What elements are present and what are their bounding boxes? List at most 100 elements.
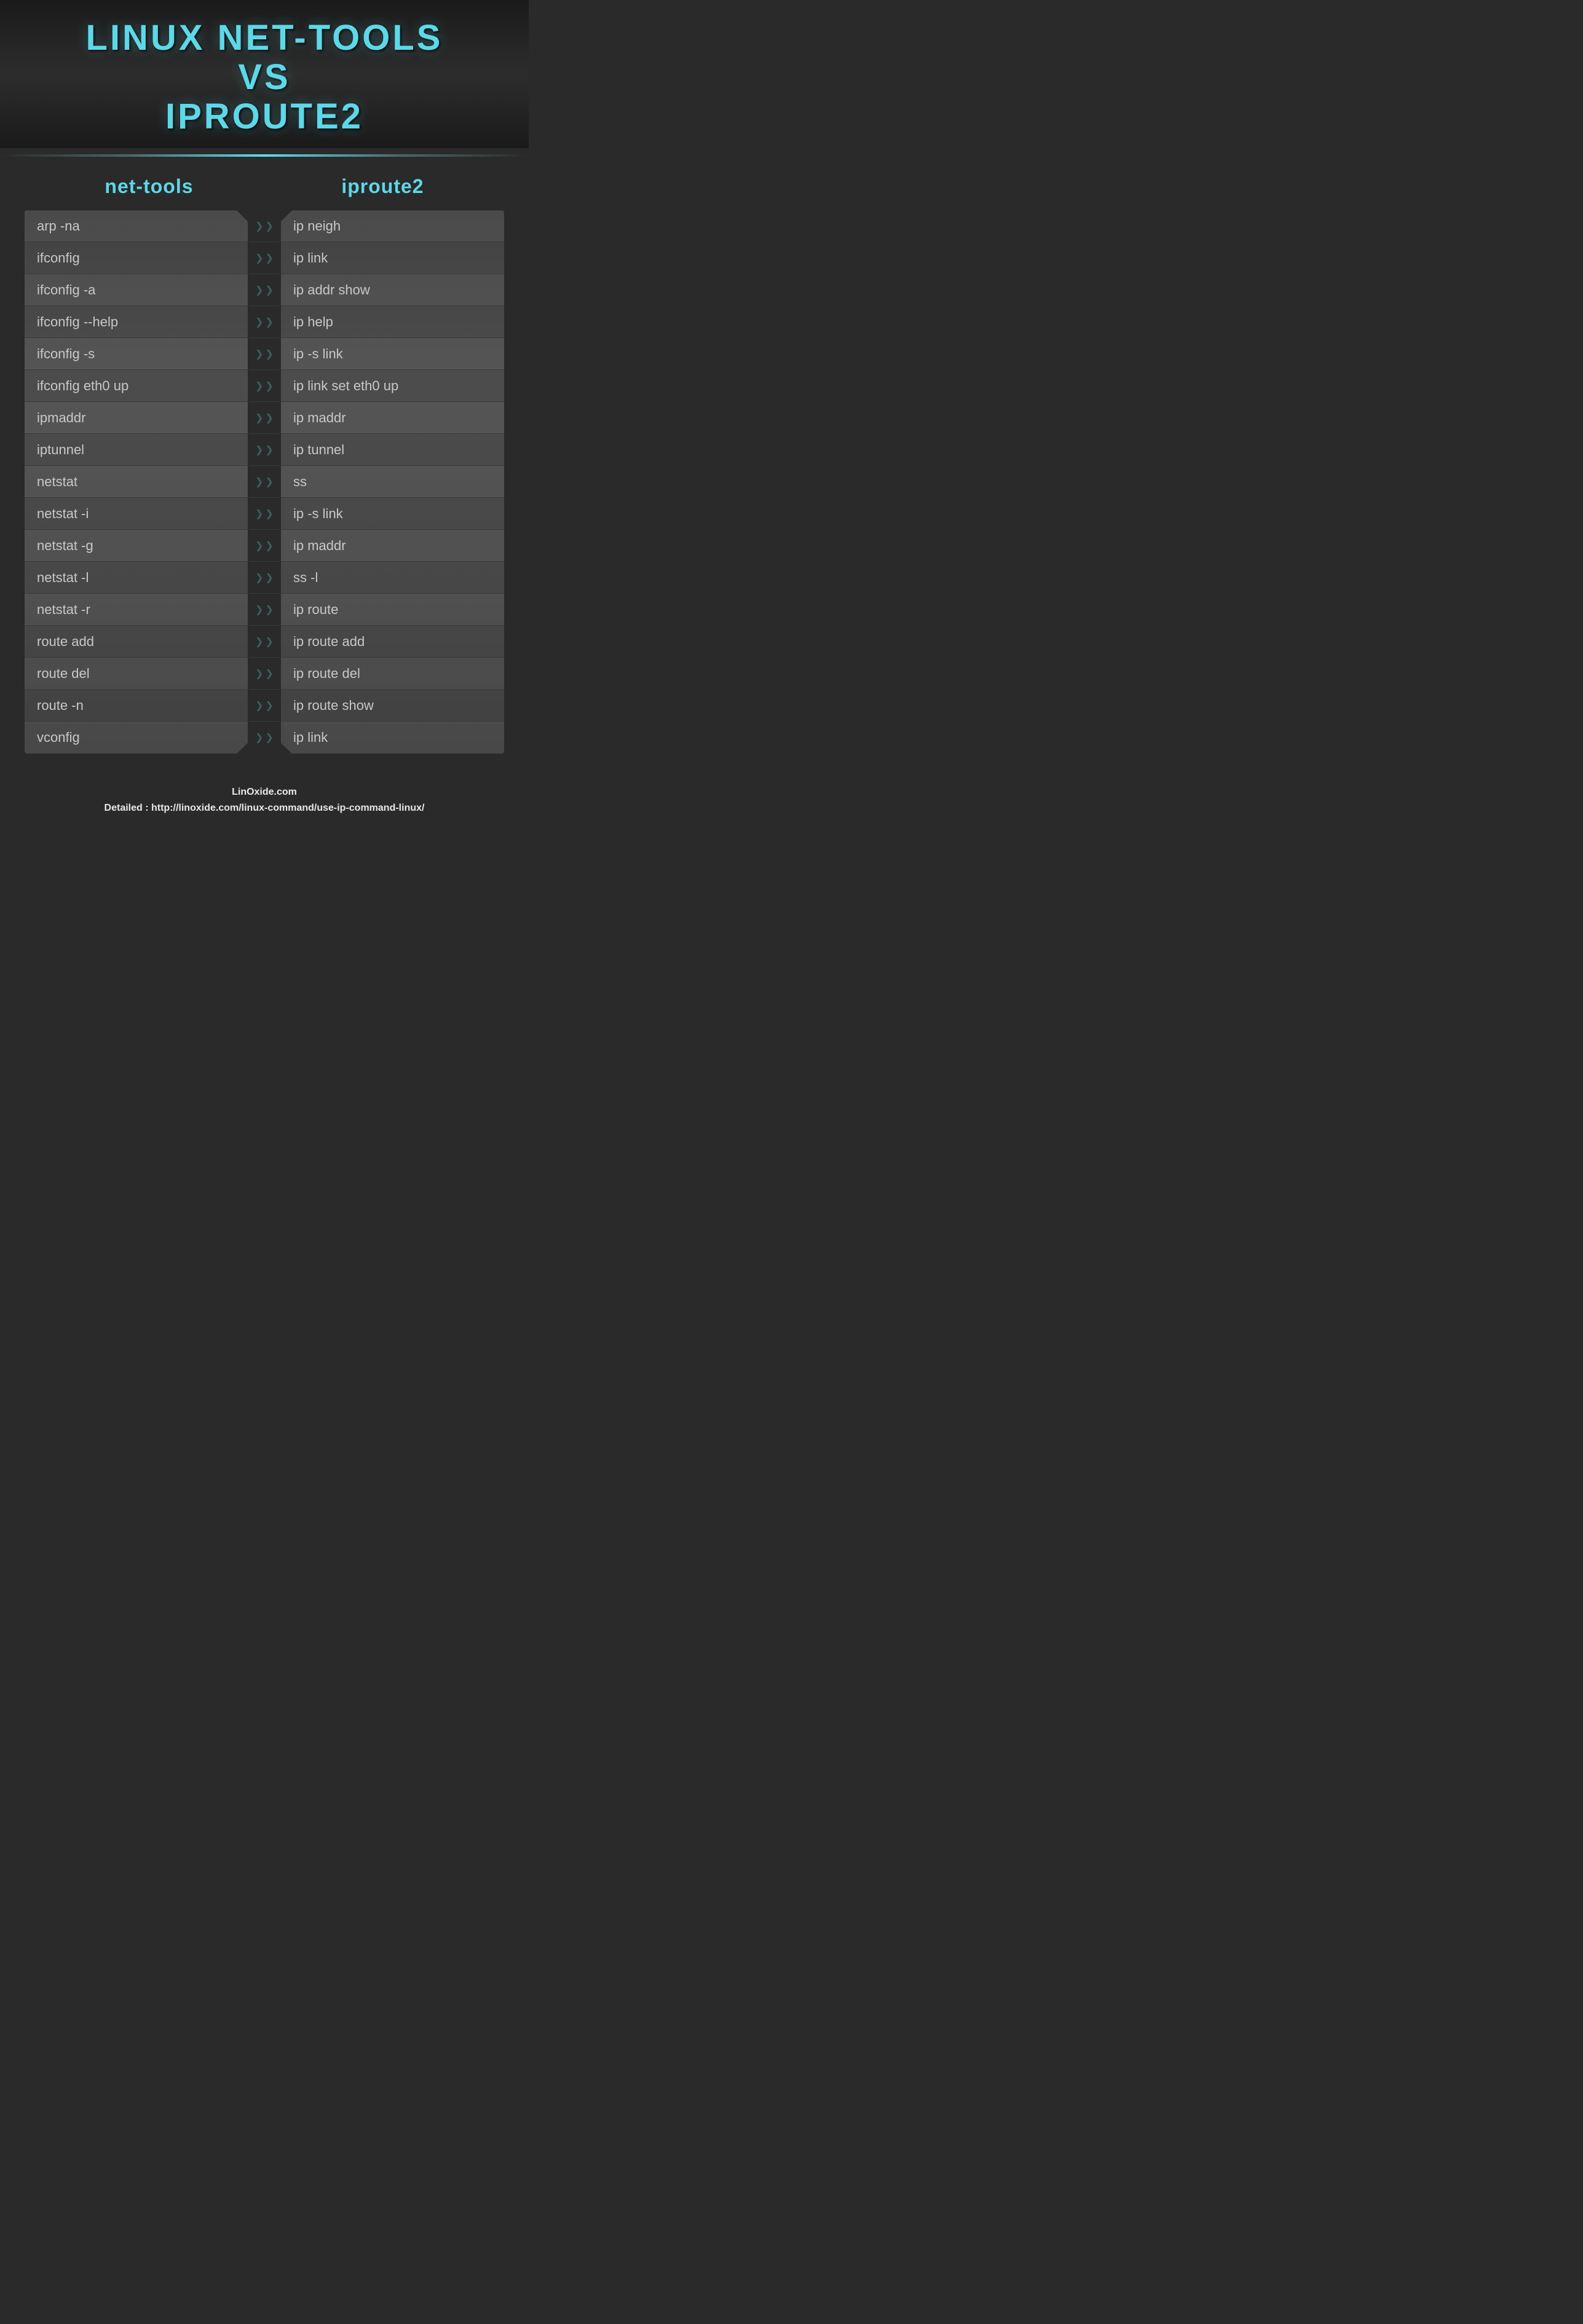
left-cmd: ipmaddr — [37, 410, 85, 426]
right-cmd: ip neigh — [293, 218, 341, 234]
table-row: ip route del — [281, 658, 504, 690]
table-row: ip route show — [281, 690, 504, 722]
separator-cell: ❯❯ — [249, 274, 280, 306]
table-row: netstat -r — [25, 594, 248, 626]
chevron-right-icon: ❯ — [266, 348, 274, 360]
right-cmd: ip link set eth0 up — [293, 378, 398, 394]
right-cmd: ip route add — [293, 634, 365, 650]
separator-cell: ❯❯ — [249, 722, 280, 754]
separator-cell: ❯❯ — [249, 370, 280, 402]
left-cmd: netstat -g — [37, 538, 93, 554]
chevron-left-icon: ❯ — [255, 572, 263, 584]
left-column-header: net-tools — [105, 175, 193, 198]
table-row: arp -na — [25, 210, 248, 242]
separator-cell: ❯❯ — [249, 466, 280, 498]
right-cmd: ip -s link — [293, 346, 343, 362]
left-cmd: ifconfig eth0 up — [37, 378, 128, 394]
table-row: ip tunnel — [281, 434, 504, 466]
chevron-left-icon: ❯ — [255, 220, 263, 232]
table-row: ip help — [281, 306, 504, 338]
chevron-left-icon: ❯ — [255, 604, 263, 616]
left-cmd: route del — [37, 666, 90, 682]
right-cmd: ip route show — [293, 698, 374, 714]
left-cmd: netstat -i — [37, 506, 89, 522]
left-column: arp -na ifconfig ifconfig -a ifconfig --hel… — [25, 210, 248, 754]
left-cmd: route add — [37, 634, 94, 650]
table-row: route add — [25, 626, 248, 658]
chevron-left-icon: ❯ — [255, 412, 263, 424]
separator-cell: ❯❯ — [249, 690, 280, 722]
footer-site: LinOxide.com — [12, 784, 516, 800]
columns-header: net-tools iproute2 — [25, 175, 504, 198]
table-row: ip route — [281, 594, 504, 626]
chevron-left-icon: ❯ — [255, 476, 263, 488]
separator-cell: ❯❯ — [249, 530, 280, 562]
table-row: iptunnel — [25, 434, 248, 466]
right-cmd: ss — [293, 474, 307, 490]
chevron-right-icon: ❯ — [266, 412, 274, 424]
table-row: ifconfig -s — [25, 338, 248, 370]
separator-cell: ❯❯ — [249, 626, 280, 658]
left-cmd: ifconfig -a — [37, 282, 95, 298]
chevron-left-icon: ❯ — [255, 316, 263, 328]
chevron-left-icon: ❯ — [255, 348, 263, 360]
table-row: ip -s link — [281, 338, 504, 370]
left-cmd: netstat -l — [37, 570, 89, 586]
right-cmd: ip maddr — [293, 410, 346, 426]
table-row: ifconfig — [25, 242, 248, 274]
table-row: ss -l — [281, 562, 504, 594]
left-cmd: route -n — [37, 698, 84, 714]
right-cmd: ip maddr — [293, 538, 346, 554]
separator-cell: ❯❯ — [249, 498, 280, 530]
table-row: ip neigh — [281, 210, 504, 242]
left-cmd: iptunnel — [37, 442, 84, 458]
table-row: ipmaddr — [25, 402, 248, 434]
footer-detail: Detailed : http://linoxide.com/linux-com… — [12, 800, 516, 816]
table-row: netstat — [25, 466, 248, 498]
chevron-right-icon: ❯ — [266, 252, 274, 264]
right-cmd: ip help — [293, 314, 333, 330]
chevron-right-icon: ❯ — [266, 572, 274, 584]
separator-cell: ❯❯ — [249, 338, 280, 370]
table-row: ip route add — [281, 626, 504, 658]
chevron-right-icon: ❯ — [266, 284, 274, 296]
right-cmd: ip -s link — [293, 506, 343, 522]
right-column-header: iproute2 — [341, 175, 424, 198]
right-cmd: ss -l — [293, 570, 318, 586]
right-column: ip neighip linkip addr showip helpip -s … — [281, 210, 504, 754]
table-row: ifconfig --help — [25, 306, 248, 338]
left-cmd: vconfig — [37, 730, 80, 746]
table-row: ifconfig -a — [25, 274, 248, 306]
chevron-left-icon: ❯ — [255, 508, 263, 520]
left-cmd: arp -na — [37, 218, 80, 234]
right-cmd: ip route del — [293, 666, 360, 682]
chevron-left-icon: ❯ — [255, 668, 263, 680]
table-row: netstat -l — [25, 562, 248, 594]
chevron-right-icon: ❯ — [266, 220, 274, 232]
chevron-right-icon: ❯ — [266, 380, 274, 392]
table-row: ifconfig eth0 up — [25, 370, 248, 402]
right-cmd: ip link — [293, 250, 328, 266]
table-row: netstat -g — [25, 530, 248, 562]
chevron-right-icon: ❯ — [266, 508, 274, 520]
chevron-right-icon: ❯ — [266, 316, 274, 328]
table-row: vconfig — [25, 722, 248, 754]
right-cmd: ip route — [293, 602, 338, 618]
table-row: ip link — [281, 722, 504, 754]
left-cmd: ifconfig --help — [37, 314, 118, 330]
table-row: ip maddr — [281, 530, 504, 562]
table-row: ip maddr — [281, 402, 504, 434]
chevron-right-icon: ❯ — [266, 668, 274, 680]
chevron-right-icon: ❯ — [266, 731, 274, 744]
table-row: ip link — [281, 242, 504, 274]
chevron-right-icon: ❯ — [266, 604, 274, 616]
chevron-left-icon: ❯ — [255, 540, 263, 552]
chevron-left-icon: ❯ — [255, 444, 263, 456]
header: LINUX NET-TOOLS VS IPROUTE2 — [0, 0, 529, 148]
table-row: route -n — [25, 690, 248, 722]
chevron-right-icon: ❯ — [266, 699, 274, 712]
separator-cell: ❯❯ — [249, 402, 280, 434]
divider — [0, 154, 529, 157]
separator-cell: ❯❯ — [249, 210, 280, 242]
table-row: ip link set eth0 up — [281, 370, 504, 402]
